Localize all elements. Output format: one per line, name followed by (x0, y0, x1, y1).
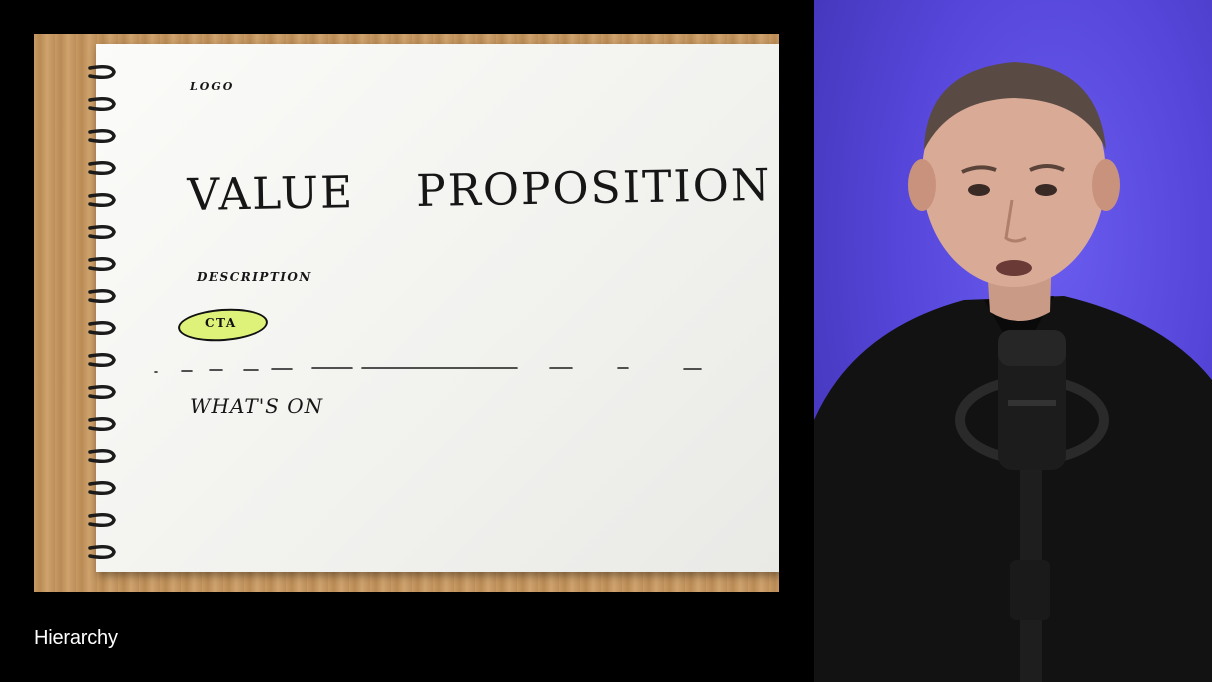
sketch-logo-label: LOGO (190, 80, 235, 93)
presenter-figure (814, 62, 1212, 682)
sketch-section-heading: WHAT'S ON (190, 394, 324, 418)
headline-word-1: VALUE (187, 167, 355, 221)
spiral-binding (88, 64, 116, 560)
notebook-photo (34, 34, 779, 592)
headline-word-2: PROPOSITION (415, 159, 772, 218)
sketch-cta-label: CTA (205, 316, 237, 330)
presenter-webcam (814, 0, 1212, 682)
sketch-fold-line (154, 367, 702, 373)
sketch-description-label: DESCRIPTION (197, 270, 312, 284)
sketch-paper (96, 44, 779, 572)
sketch-headline: VALUE PROPOSITION (187, 160, 772, 221)
slide-caption: Hierarchy (34, 627, 118, 649)
